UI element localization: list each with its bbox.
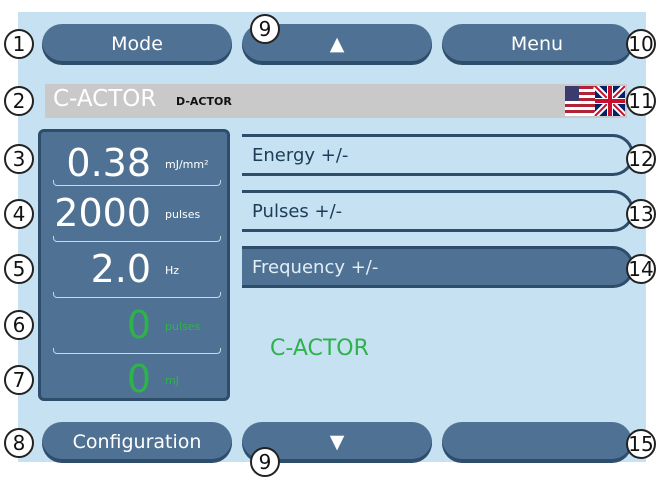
energy-counter-unit: mJ xyxy=(165,374,179,387)
marker-15: 15 xyxy=(626,429,656,459)
menu-button-label: Menu xyxy=(510,33,564,55)
frequency-adjust-button[interactable]: Frequency +/- xyxy=(242,246,634,288)
title-sub: D-ACTOR xyxy=(176,95,232,108)
mode-button[interactable]: Mode xyxy=(42,24,232,64)
energy-value: 0.38 xyxy=(66,141,151,185)
energy-counter-value: 0 xyxy=(126,357,151,401)
title-bar: C-ACTOR D-ACTOR xyxy=(45,84,627,118)
separator xyxy=(53,236,221,242)
marker-7: 7 xyxy=(4,365,34,395)
up-arrow-icon: ▲ xyxy=(329,33,345,55)
marker-9-bottom: 9 xyxy=(250,447,280,477)
energy-unit: mJ/mm² xyxy=(165,158,209,171)
title-main: C-ACTOR xyxy=(53,86,157,112)
pulses-adjust-label: Pulses +/- xyxy=(252,200,343,222)
marker-11: 11 xyxy=(626,86,656,116)
marker-9-top: 9 xyxy=(250,14,280,44)
frequency-unit: Hz xyxy=(165,264,180,277)
mode-button-label: Mode xyxy=(111,33,163,55)
pulses-adjust-button[interactable]: Pulses +/- xyxy=(242,190,634,232)
marker-2: 2 xyxy=(4,86,34,116)
down-arrow-icon: ▼ xyxy=(329,431,345,453)
pulse-counter-unit: pulses xyxy=(165,320,201,333)
parameter-panel: 0.38 mJ/mm² 2000 pulses 2.0 Hz 0 pulses … xyxy=(38,129,230,401)
marker-1: 1 xyxy=(4,29,34,59)
marker-3: 3 xyxy=(4,144,34,174)
marker-10: 10 xyxy=(626,29,656,59)
marker-4: 4 xyxy=(4,199,34,229)
pulses-readout: 2000 pulses xyxy=(41,188,227,240)
blank-button[interactable] xyxy=(442,422,632,462)
configuration-button[interactable]: Configuration xyxy=(42,422,232,462)
device-status-text: C-ACTOR xyxy=(270,336,369,361)
marker-6: 6 xyxy=(4,310,34,340)
frequency-value: 2.0 xyxy=(90,247,151,291)
pulses-unit: pulses xyxy=(165,208,201,221)
marker-5: 5 xyxy=(4,254,34,284)
separator xyxy=(53,180,221,186)
marker-13: 13 xyxy=(626,199,656,229)
pulse-counter-readout: 0 pulses xyxy=(41,300,227,352)
marker-8: 8 xyxy=(4,428,34,458)
frequency-readout: 2.0 Hz xyxy=(41,244,227,296)
energy-adjust-label: Energy +/- xyxy=(252,144,349,166)
configuration-button-label: Configuration xyxy=(72,431,202,453)
menu-button[interactable]: Menu xyxy=(442,24,632,64)
uk-us-flag-icon[interactable] xyxy=(565,86,625,116)
separator xyxy=(53,292,221,298)
frequency-adjust-label: Frequency +/- xyxy=(252,256,379,278)
marker-12: 12 xyxy=(626,144,656,174)
marker-14: 14 xyxy=(626,254,656,284)
pulses-value: 2000 xyxy=(54,191,151,235)
energy-counter-readout: 0 mJ xyxy=(41,354,227,406)
pulse-counter-value: 0 xyxy=(126,303,151,347)
energy-adjust-button[interactable]: Energy +/- xyxy=(242,134,634,176)
